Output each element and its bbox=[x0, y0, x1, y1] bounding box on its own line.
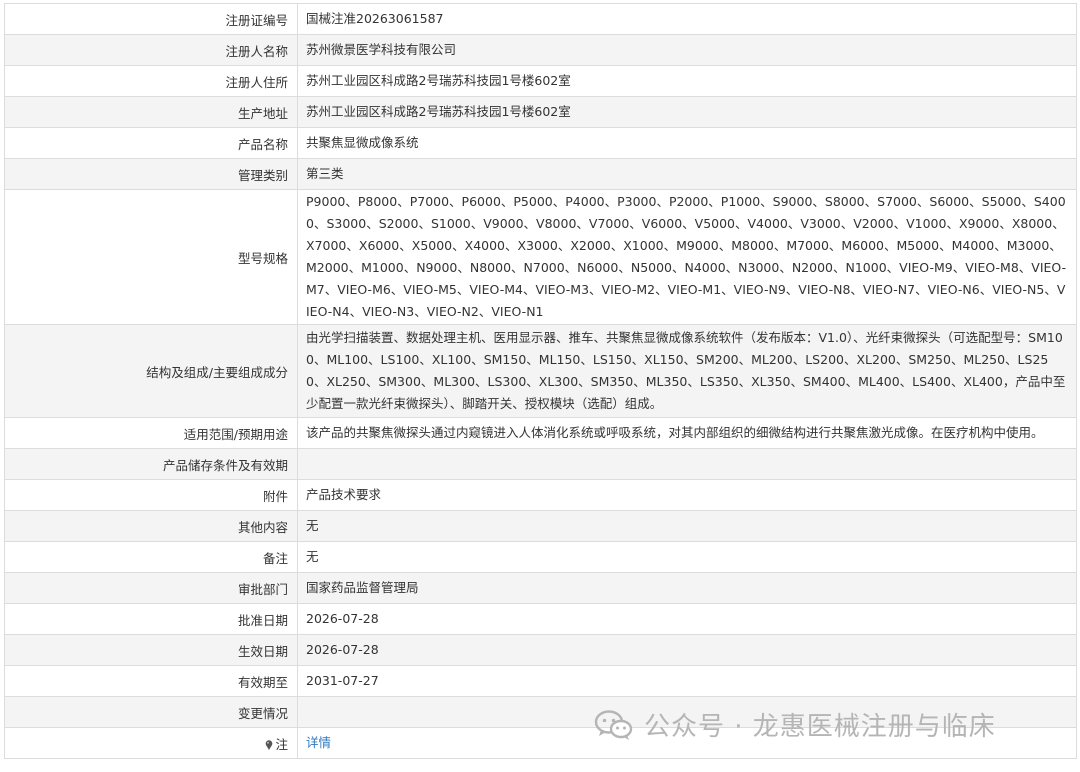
table-row: 管理类别 第三类 bbox=[4, 158, 1077, 190]
row-label: 其他内容 bbox=[4, 510, 298, 542]
row-label: 备注 bbox=[4, 541, 298, 573]
row-label: 管理类别 bbox=[4, 158, 298, 190]
row-value: 共聚焦显微成像系统 bbox=[297, 127, 1077, 159]
table-row: 其他内容 无 bbox=[4, 510, 1077, 542]
row-label: 结构及组成/主要组成成分 bbox=[4, 324, 298, 418]
row-value bbox=[297, 696, 1077, 728]
table-row: 型号规格 P9000、P8000、P7000、P6000、P5000、P4000… bbox=[4, 189, 1077, 325]
row-value: P9000、P8000、P7000、P6000、P5000、P4000、P300… bbox=[297, 189, 1077, 325]
table-row: 注册人名称 苏州微景医学科技有限公司 bbox=[4, 34, 1077, 66]
table-row: 审批部门 国家药品监督管理局 bbox=[4, 572, 1077, 604]
row-value: 国家药品监督管理局 bbox=[297, 572, 1077, 604]
row-value: 苏州工业园区科成路2号瑞苏科技园1号楼602室 bbox=[297, 65, 1077, 97]
row-label: 适用范围/预期用途 bbox=[4, 417, 298, 449]
row-label: 生效日期 bbox=[4, 634, 298, 666]
table-row: 注册证编号 国械注准20263061587 bbox=[4, 3, 1077, 35]
row-label: 批准日期 bbox=[4, 603, 298, 635]
table-row: 生产地址 苏州工业园区科成路2号瑞苏科技园1号楼602室 bbox=[4, 96, 1077, 128]
details-link[interactable]: 详情 bbox=[306, 735, 331, 750]
row-value: 2026-07-28 bbox=[297, 603, 1077, 635]
row-label: 产品储存条件及有效期 bbox=[4, 448, 298, 480]
row-label: 生产地址 bbox=[4, 96, 298, 128]
row-label: 型号规格 bbox=[4, 189, 298, 325]
row-label: 有效期至 bbox=[4, 665, 298, 697]
row-label: 审批部门 bbox=[4, 572, 298, 604]
table-row: 生效日期 2026-07-28 bbox=[4, 634, 1077, 666]
row-value: 2026-07-28 bbox=[297, 634, 1077, 666]
row-value: 该产品的共聚焦微探头通过内窥镜进入人体消化系统或呼吸系统，对其内部组织的细微结构… bbox=[297, 417, 1077, 449]
table-row: 变更情况 bbox=[4, 696, 1077, 728]
table-row: 备注 无 bbox=[4, 541, 1077, 573]
page: 注册证编号 国械注准20263061587 注册人名称 苏州微景医学科技有限公司… bbox=[0, 0, 1080, 772]
table-row: 注册人住所 苏州工业园区科成路2号瑞苏科技园1号楼602室 bbox=[4, 65, 1077, 97]
row-value: 无 bbox=[297, 541, 1077, 573]
row-label: 产品名称 bbox=[4, 127, 298, 159]
note-label-cell: 注 bbox=[4, 727, 298, 759]
row-label: 注册人住所 bbox=[4, 65, 298, 97]
table-row: 批准日期 2026-07-28 bbox=[4, 603, 1077, 635]
row-value: 2031-07-27 bbox=[297, 665, 1077, 697]
registration-table: 注册证编号 国械注准20263061587 注册人名称 苏州微景医学科技有限公司… bbox=[4, 3, 1077, 759]
row-value: 第三类 bbox=[297, 158, 1077, 190]
table-row-note: 注 详情 bbox=[4, 727, 1077, 759]
pin-icon bbox=[266, 739, 273, 750]
table-row: 产品名称 共聚焦显微成像系统 bbox=[4, 127, 1077, 159]
note-value-cell: 详情 bbox=[297, 727, 1077, 759]
row-label: 注册证编号 bbox=[4, 3, 298, 35]
row-value: 国械注准20263061587 bbox=[297, 3, 1077, 35]
row-value: 产品技术要求 bbox=[297, 479, 1077, 511]
row-value: 苏州工业园区科成路2号瑞苏科技园1号楼602室 bbox=[297, 96, 1077, 128]
row-label: 变更情况 bbox=[4, 696, 298, 728]
table-row: 适用范围/预期用途 该产品的共聚焦微探头通过内窥镜进入人体消化系统或呼吸系统，对… bbox=[4, 417, 1077, 449]
row-value: 苏州微景医学科技有限公司 bbox=[297, 34, 1077, 66]
table-row: 产品储存条件及有效期 bbox=[4, 448, 1077, 480]
row-value bbox=[297, 448, 1077, 480]
table-row: 有效期至 2031-07-27 bbox=[4, 665, 1077, 697]
table-row: 附件 产品技术要求 bbox=[4, 479, 1077, 511]
row-value: 由光学扫描装置、数据处理主机、医用显示器、推车、共聚焦显微成像系统软件（发布版本… bbox=[297, 324, 1077, 418]
row-label: 注册人名称 bbox=[4, 34, 298, 66]
row-label: 附件 bbox=[4, 479, 298, 511]
row-value: 无 bbox=[297, 510, 1077, 542]
note-label: 注 bbox=[275, 736, 288, 752]
table-row: 结构及组成/主要组成成分 由光学扫描装置、数据处理主机、医用显示器、推车、共聚焦… bbox=[4, 324, 1077, 418]
